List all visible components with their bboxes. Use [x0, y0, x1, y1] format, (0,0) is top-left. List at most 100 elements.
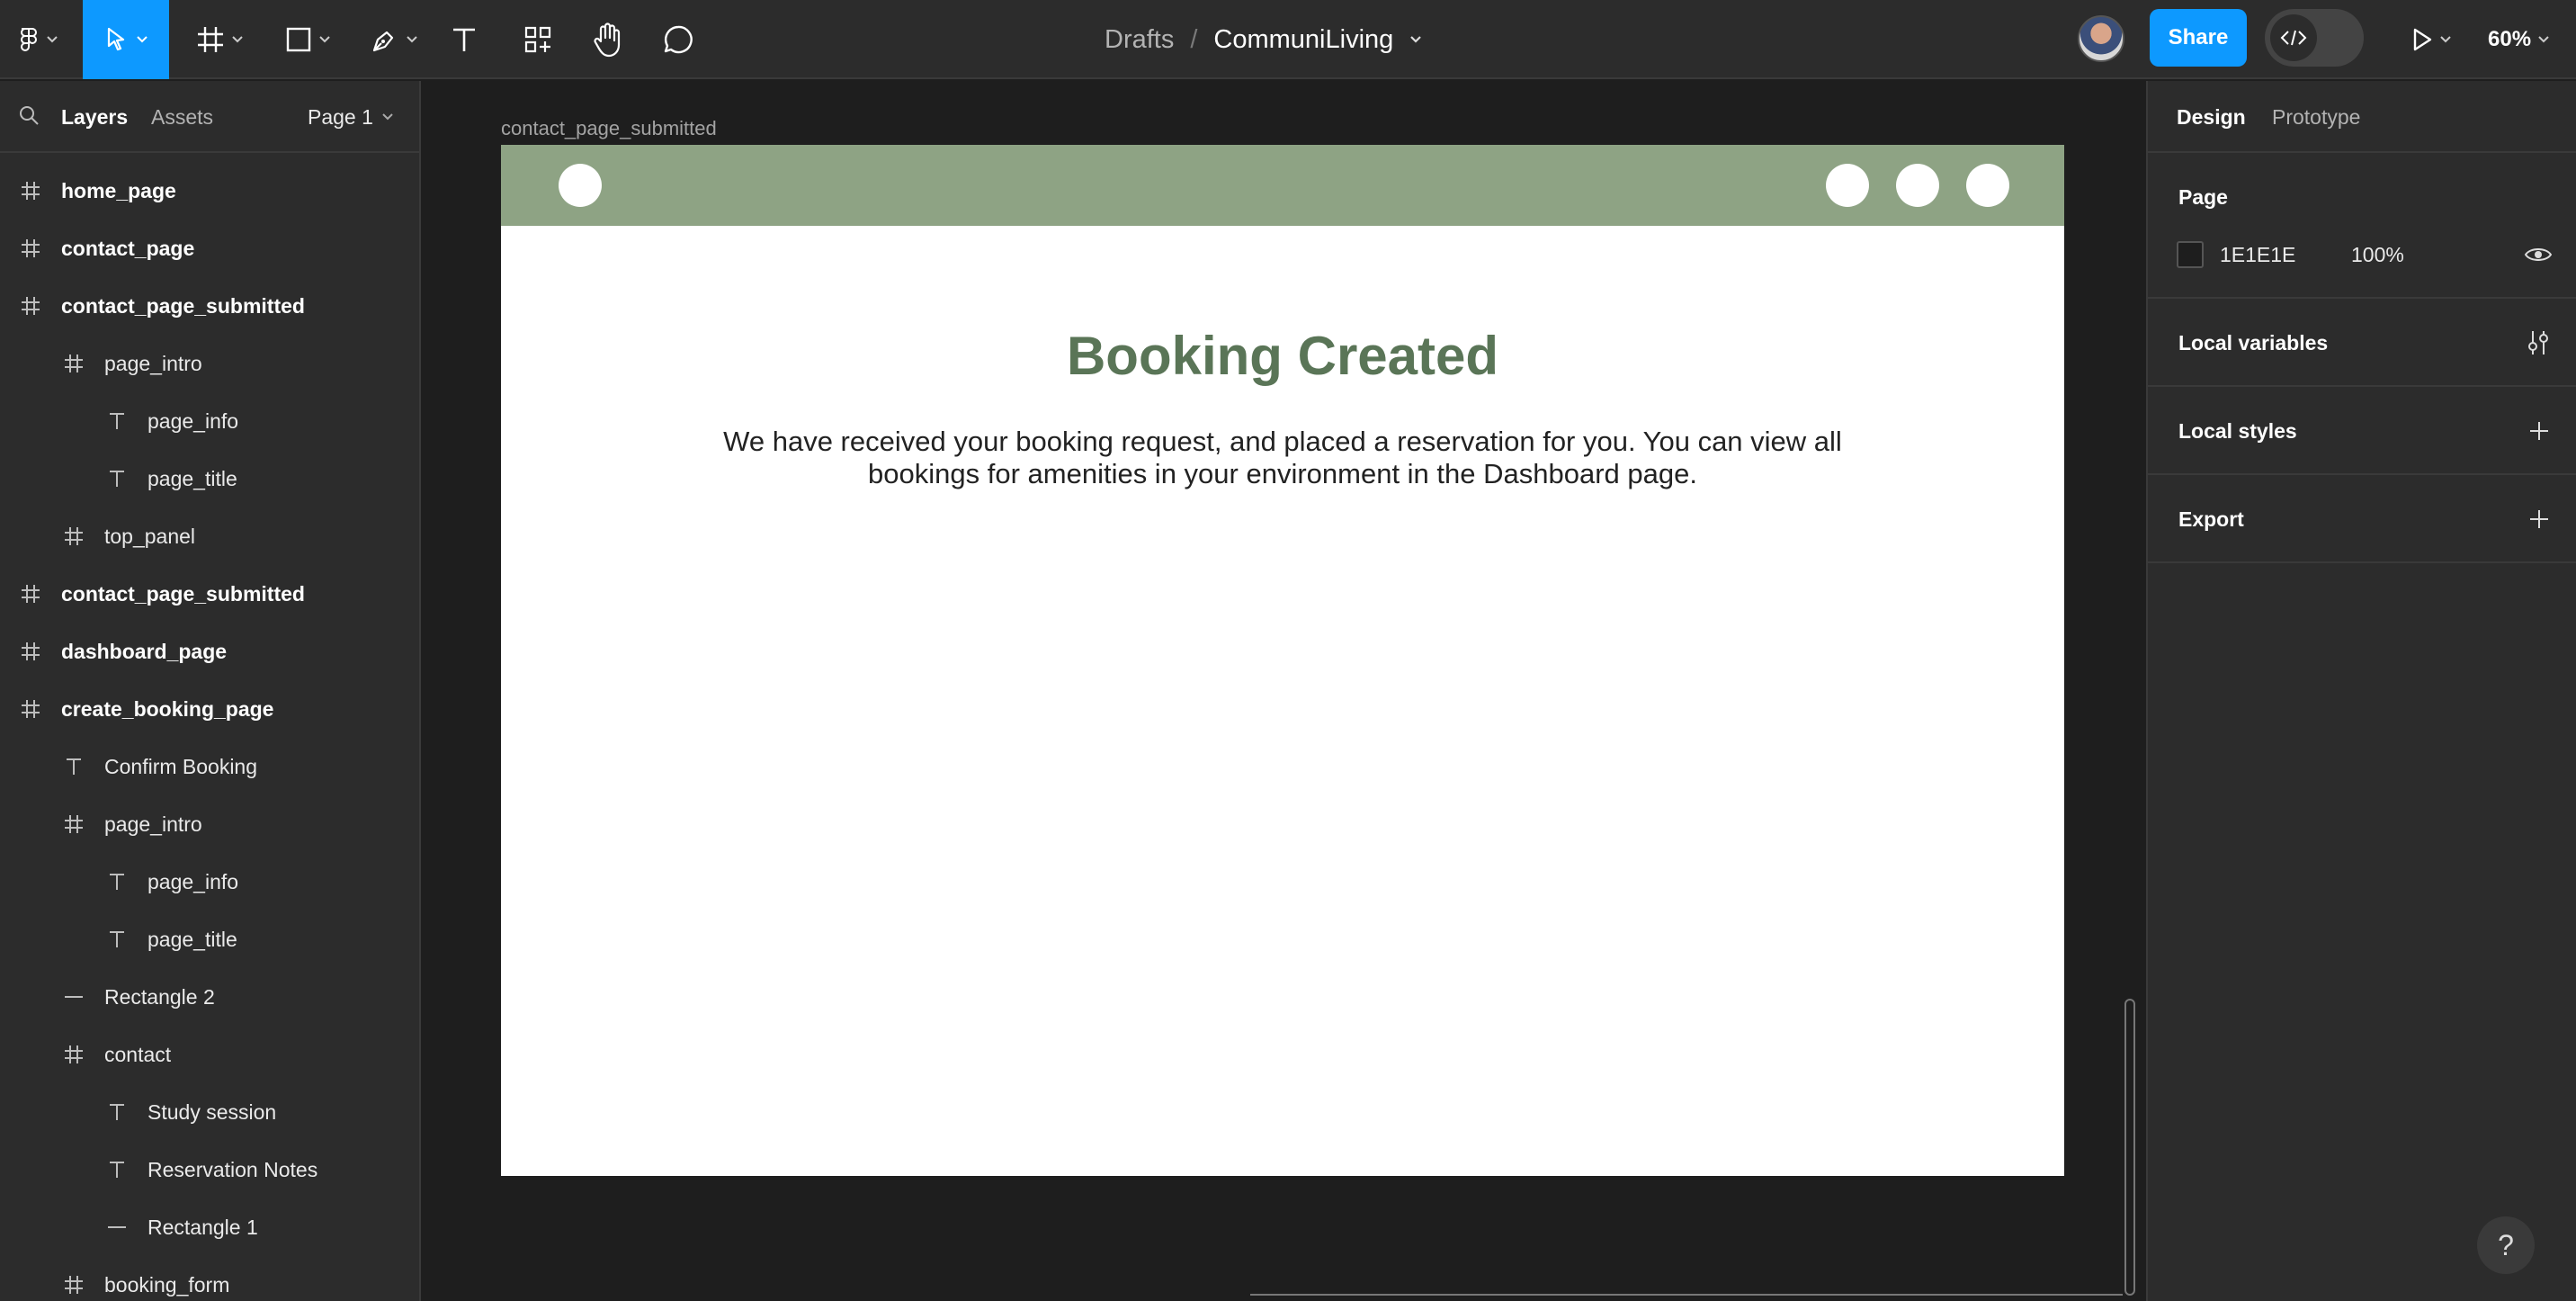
layer-row[interactable]: contact_page_submitted: [0, 277, 419, 335]
page-color-swatch[interactable]: [2177, 241, 2204, 268]
layer-row[interactable]: contact: [0, 1026, 419, 1083]
layer-row[interactable]: top_panel: [0, 507, 419, 565]
frame-contact-page-submitted[interactable]: Booking Created We have received your bo…: [501, 145, 2064, 1176]
layer-row[interactable]: contact_page_submitted: [0, 565, 419, 623]
text-tool[interactable]: [444, 0, 484, 79]
pen-tool[interactable]: [358, 0, 430, 79]
zoom-level: 60%: [2488, 27, 2532, 51]
logo-circle[interactable]: [559, 164, 602, 207]
layer-row[interactable]: Study session: [0, 1083, 419, 1141]
line-icon: [63, 986, 85, 1008]
layer-label: home_page: [61, 178, 176, 202]
share-button[interactable]: Share: [2150, 9, 2247, 67]
layer-label: create_booking_page: [61, 696, 274, 721]
layer-row[interactable]: page_info: [0, 853, 419, 911]
layer-row[interactable]: dashboard_page: [0, 623, 419, 680]
page-section: Page 1E1E1E 100%: [2148, 153, 2576, 299]
dev-mode-toggle[interactable]: [2265, 9, 2364, 67]
zoom-menu[interactable]: 60%: [2488, 0, 2549, 79]
chevron-down-icon: [2538, 36, 2549, 43]
plus-icon[interactable]: [2527, 419, 2551, 443]
layer-label: Study session: [148, 1099, 277, 1124]
nav-circle-3[interactable]: [1966, 164, 2009, 207]
export-label: Export: [2178, 507, 2244, 531]
file-name[interactable]: CommuniLiving: [1213, 25, 1393, 55]
text-layer-icon: [63, 756, 85, 777]
tab-assets[interactable]: Assets: [151, 81, 213, 153]
move-tool[interactable]: [83, 0, 169, 79]
layer-row[interactable]: booking_form: [0, 1256, 419, 1301]
layer-row[interactable]: page_title: [0, 911, 419, 968]
top-panel[interactable]: [501, 145, 2064, 226]
top-toolbar: Drafts / CommuniLiving Share 60%: [0, 0, 2576, 79]
frame-icon: [63, 813, 85, 835]
resources-tool[interactable]: [518, 0, 558, 79]
layer-label: page_title: [148, 466, 237, 490]
layer-row[interactable]: Reservation Notes: [0, 1141, 419, 1198]
layer-row[interactable]: Rectangle 2: [0, 968, 419, 1026]
text-layer-icon: [106, 871, 128, 893]
layer-label: contact_page_submitted: [61, 581, 305, 606]
local-variables-label: Local variables: [2178, 331, 2329, 354]
page-selector[interactable]: Page 1: [308, 81, 393, 153]
local-styles-section[interactable]: Local styles: [2148, 387, 2576, 475]
frame-icon: [20, 698, 41, 720]
nav-circle-1[interactable]: [1826, 164, 1869, 207]
page-color-value[interactable]: 1E1E1E: [2220, 243, 2295, 267]
figma-logo-icon: [21, 28, 37, 51]
hand-tool[interactable]: [586, 0, 630, 79]
text-layer-icon: [106, 468, 128, 489]
layer-label: page_intro: [104, 351, 202, 375]
play-icon: [2413, 28, 2432, 51]
export-section[interactable]: Export: [2148, 475, 2576, 563]
layer-label: page_title: [148, 927, 237, 951]
page-opacity-value[interactable]: 100%: [2351, 243, 2404, 267]
horizontal-scrollbar[interactable]: [1250, 1294, 2123, 1301]
plus-icon[interactable]: [2527, 507, 2551, 531]
layer-label: contact_page_submitted: [61, 293, 305, 318]
layer-row[interactable]: home_page: [0, 162, 419, 220]
layer-row[interactable]: page_intro: [0, 795, 419, 853]
shape-tool[interactable]: [272, 0, 344, 79]
layer-label: dashboard_page: [61, 639, 228, 663]
design-panel: Design Prototype Page 1E1E1E 100% Local …: [2146, 81, 2576, 1301]
page-info[interactable]: We have received your booking request, a…: [708, 426, 1857, 490]
layer-row[interactable]: page_intro: [0, 335, 419, 392]
variables-icon[interactable]: [2526, 329, 2551, 356]
hand-icon: [594, 22, 621, 58]
tab-prototype[interactable]: Prototype: [2272, 81, 2360, 153]
frame-label[interactable]: contact_page_submitted: [501, 117, 717, 140]
frame-tool[interactable]: [183, 0, 255, 79]
chevron-down-icon: [137, 36, 148, 43]
local-variables-section[interactable]: Local variables: [2148, 299, 2576, 387]
user-avatar[interactable]: [2078, 15, 2124, 62]
main-menu-button[interactable]: [9, 0, 67, 79]
right-panel-tabs: Design Prototype: [2148, 81, 2576, 153]
layer-row[interactable]: Confirm Booking: [0, 738, 419, 795]
chevron-down-icon: [407, 36, 417, 43]
pen-icon: [372, 31, 394, 52]
layer-row[interactable]: contact_page: [0, 220, 419, 277]
page-heading: Page: [2178, 185, 2228, 209]
present-button[interactable]: [2400, 0, 2463, 79]
help-button[interactable]: ?: [2477, 1216, 2535, 1274]
nav-circle-2[interactable]: [1896, 164, 1939, 207]
eye-icon[interactable]: [2524, 245, 2553, 265]
frame-icon: [20, 641, 41, 662]
breadcrumb-drafts-link[interactable]: Drafts: [1105, 25, 1174, 55]
tab-layers[interactable]: Layers: [61, 81, 128, 153]
layer-row[interactable]: page_title: [0, 450, 419, 507]
tab-design[interactable]: Design: [2177, 81, 2246, 153]
file-menu-chevron-icon[interactable]: [1409, 35, 1422, 44]
search-icon[interactable]: [18, 104, 41, 128]
text-layer-icon: [106, 1101, 128, 1123]
page-title[interactable]: Booking Created: [501, 325, 2064, 387]
layer-label: page_info: [148, 869, 239, 893]
layer-row[interactable]: page_info: [0, 392, 419, 450]
frame-icon: [63, 525, 85, 547]
comment-tool[interactable]: [657, 0, 700, 79]
layer-row[interactable]: Rectangle 1: [0, 1198, 419, 1256]
vertical-scrollbar[interactable]: [2124, 999, 2135, 1296]
canvas[interactable]: contact_page_submitted Booking Created W…: [423, 81, 2146, 1301]
layer-row[interactable]: create_booking_page: [0, 680, 419, 738]
